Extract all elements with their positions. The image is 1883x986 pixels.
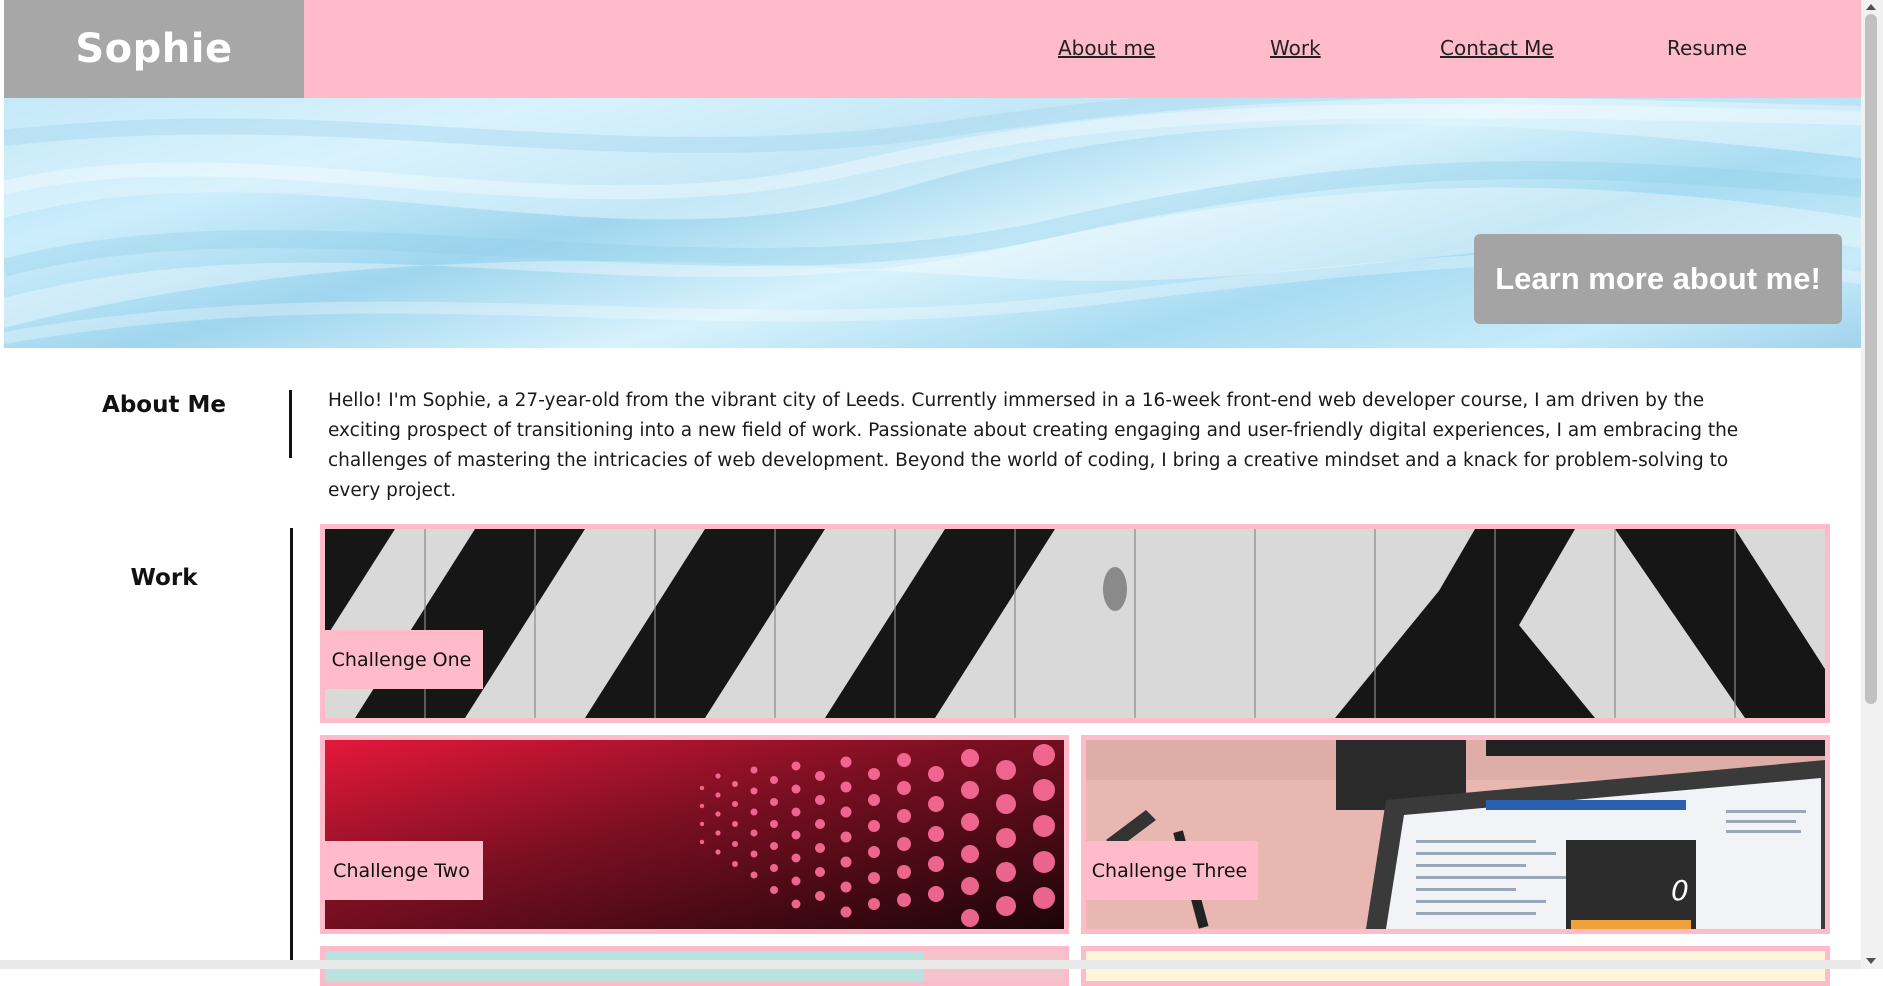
nav-link-work[interactable]: Work (1270, 36, 1321, 60)
challenge-three-label: Challenge Three (1086, 841, 1258, 900)
work-heading: Work (130, 565, 198, 591)
scroll-down-arrow-icon[interactable] (1866, 958, 1876, 964)
challenge-one-label: Challenge One (325, 630, 483, 689)
about-text: Hello! I'm Sophie, a 27-year-old from th… (328, 390, 1739, 501)
challenge-one-image (325, 529, 1825, 718)
hero-banner: Learn more about me! (4, 98, 1861, 348)
svg-text:0: 0 (1671, 874, 1689, 907)
logo[interactable]: Sophie (4, 0, 304, 98)
nav-link-contact-me[interactable]: Contact Me (1440, 36, 1554, 60)
learn-more-button[interactable]: Learn more about me! (1474, 234, 1842, 324)
challenge-three-image: 0 (1086, 740, 1825, 929)
challenge-two-image (325, 740, 1064, 929)
logo-text: Sophie (75, 26, 233, 72)
challenge-three-card[interactable]: 0 Challenge Three (1081, 735, 1830, 934)
scrollbar-thumb[interactable] (1865, 14, 1877, 704)
nav-link-about-me[interactable]: About me (1058, 36, 1155, 60)
scroll-up-arrow-icon[interactable] (1866, 4, 1876, 10)
about-heading: About Me (102, 392, 226, 418)
nav-link-resume[interactable]: Resume (1667, 36, 1747, 60)
challenge-two-card[interactable]: Challenge Two (320, 735, 1069, 934)
bottom-strip (0, 960, 1861, 969)
challenge-two-label: Challenge Two (325, 841, 483, 900)
work-divider (290, 528, 293, 969)
challenge-one-card[interactable]: Challenge One (320, 524, 1830, 723)
site-header: Sophie About me Work Contact Me Resume (4, 0, 1861, 98)
about-divider (289, 390, 292, 458)
